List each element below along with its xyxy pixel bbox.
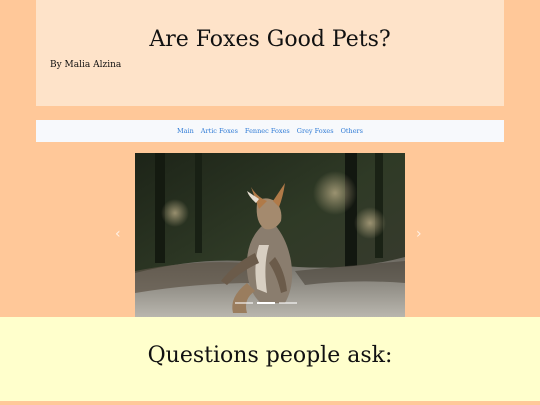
carousel-indicator-1[interactable]: [235, 302, 253, 304]
questions-section: Questions people ask:: [0, 317, 540, 401]
page-title: Are Foxes Good Pets?: [149, 27, 391, 52]
nav-bar: Main Artic Foxes Fennec Foxes Grey Foxes…: [36, 120, 504, 142]
fox-photo: [135, 153, 405, 317]
nav-link-others[interactable]: Others: [341, 127, 363, 135]
nav-link-artic-foxes[interactable]: Artic Foxes: [201, 127, 238, 135]
nav-link-fennec-foxes[interactable]: Fennec Foxes: [245, 127, 290, 135]
chevron-right-icon[interactable]: ›: [416, 226, 422, 242]
image-carousel[interactable]: [135, 153, 405, 317]
carousel-indicator-2[interactable]: [257, 302, 275, 304]
author-byline: By Malia Alzina: [50, 60, 122, 70]
nav-link-grey-foxes[interactable]: Grey Foxes: [297, 127, 334, 135]
chevron-left-icon[interactable]: ‹: [115, 226, 121, 242]
nav-link-main[interactable]: Main: [177, 127, 194, 135]
carousel-indicator-3[interactable]: [279, 302, 297, 304]
questions-heading: Questions people ask:: [147, 343, 393, 368]
carousel-indicators: [235, 302, 297, 304]
page-header: Are Foxes Good Pets? By Malia Alzina: [36, 0, 504, 106]
